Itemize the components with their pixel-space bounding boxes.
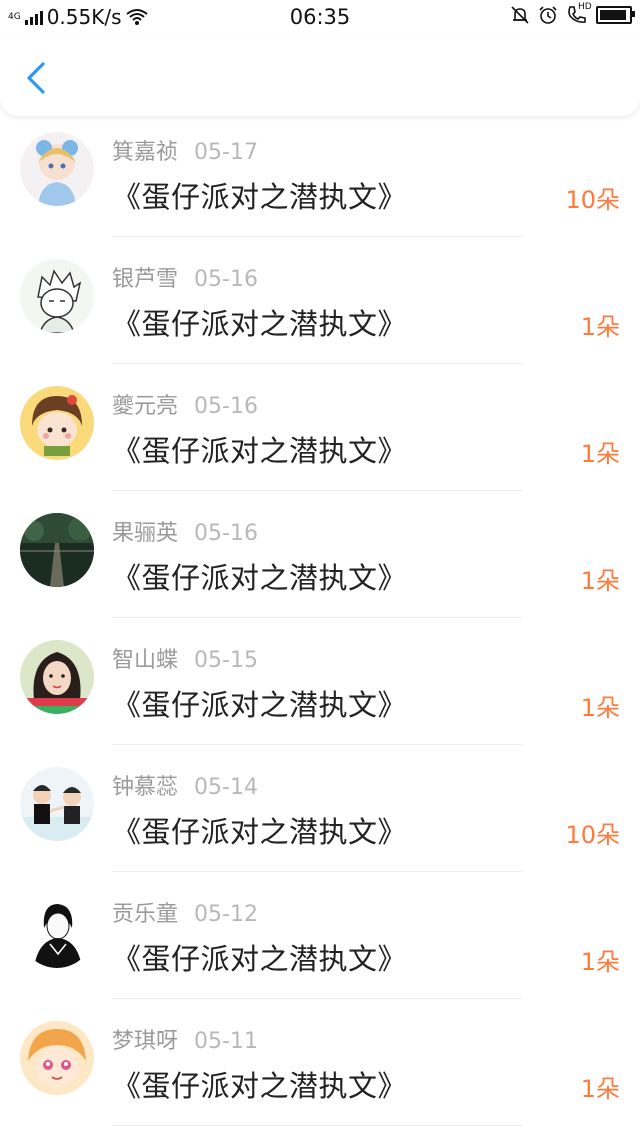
avatar[interactable] xyxy=(20,640,94,714)
user-name: 银芦雪 xyxy=(112,267,179,292)
user-name: 梦琪呀 xyxy=(112,1029,179,1054)
user-name: 夔元亮 xyxy=(112,394,179,419)
user-name: 贡乐童 xyxy=(112,902,179,927)
item-date: 05-12 xyxy=(194,902,258,927)
flower-count: 1朵 xyxy=(580,948,620,976)
hd-label: HD xyxy=(578,2,592,12)
list-item[interactable]: 夔元亮 05-16 《蛋仔派对之潜执文》 1朵 xyxy=(0,364,640,491)
item-title: 《蛋仔派对之潜执文》 xyxy=(112,1069,408,1103)
list-item[interactable]: 梦琪呀 05-11 《蛋仔派对之潜执文》 1朵 xyxy=(0,999,640,1126)
item-title: 《蛋仔派对之潜执文》 xyxy=(112,561,408,595)
battery-icon xyxy=(596,6,635,24)
nav-bar xyxy=(0,36,640,116)
mute-icon xyxy=(511,6,529,24)
item-meta: 果骊英 05-16 xyxy=(112,515,258,547)
flower-count: 1朵 xyxy=(580,694,620,722)
item-date: 05-17 xyxy=(194,140,258,165)
flower-count: 1朵 xyxy=(580,440,620,468)
avatar[interactable] xyxy=(20,513,94,587)
item-meta: 梦琪呀 05-11 xyxy=(112,1023,258,1055)
item-meta: 智山蝶 05-15 xyxy=(112,642,258,674)
avatar[interactable] xyxy=(20,132,94,206)
reward-list: 箕嘉祯 05-17 《蛋仔派对之潜执文》 10朵 银芦雪 05-16 《蛋仔派对之潜… xyxy=(0,110,640,1126)
item-meta: 箕嘉祯 05-17 xyxy=(112,134,258,166)
item-date: 05-16 xyxy=(194,521,258,546)
item-date: 05-16 xyxy=(194,267,258,292)
flower-count: 10朵 xyxy=(565,186,620,214)
item-date: 05-15 xyxy=(194,648,258,673)
avatar[interactable] xyxy=(20,259,94,333)
back-button[interactable] xyxy=(18,58,54,98)
flower-count: 1朵 xyxy=(580,313,620,341)
item-date: 05-16 xyxy=(194,394,258,419)
avatar[interactable] xyxy=(20,386,94,460)
avatar[interactable] xyxy=(20,1021,94,1095)
item-title: 《蛋仔派对之潜执文》 xyxy=(112,688,408,722)
divider xyxy=(112,1125,522,1126)
status-right: HD xyxy=(510,2,635,26)
call-hd-icon: HD xyxy=(566,2,592,26)
chevron-left-icon xyxy=(27,62,45,94)
item-meta: 钟慕蕊 05-14 xyxy=(112,769,258,801)
item-date: 05-11 xyxy=(194,1029,258,1054)
item-title: 《蛋仔派对之潜执文》 xyxy=(112,942,408,976)
item-meta: 夔元亮 05-16 xyxy=(112,388,258,420)
avatar[interactable] xyxy=(20,894,94,968)
item-meta: 贡乐童 05-12 xyxy=(112,896,258,928)
flower-count: 1朵 xyxy=(580,567,620,595)
item-date: 05-14 xyxy=(194,775,258,800)
flower-count: 1朵 xyxy=(580,1075,620,1103)
list-item[interactable]: 果骊英 05-16 《蛋仔派对之潜执文》 1朵 xyxy=(0,491,640,618)
item-meta: 银芦雪 05-16 xyxy=(112,261,258,293)
list-item[interactable]: 智山蝶 05-15 《蛋仔派对之潜执文》 1朵 xyxy=(0,618,640,745)
user-name: 智山蝶 xyxy=(112,648,179,673)
status-bar: 4G 0.55K/s 06:35 HD xyxy=(0,0,640,36)
alarm-icon xyxy=(539,6,557,24)
avatar[interactable] xyxy=(20,767,94,841)
list-item[interactable]: 贡乐童 05-12 《蛋仔派对之潜执文》 1朵 xyxy=(0,872,640,999)
item-title: 《蛋仔派对之潜执文》 xyxy=(112,180,408,214)
user-name: 钟慕蕊 xyxy=(112,775,179,800)
item-title: 《蛋仔派对之潜执文》 xyxy=(112,307,408,341)
user-name: 果骊英 xyxy=(112,521,179,546)
list-item[interactable]: 银芦雪 05-16 《蛋仔派对之潜执文》 1朵 xyxy=(0,237,640,364)
item-title: 《蛋仔派对之潜执文》 xyxy=(112,815,408,849)
list-item[interactable]: 箕嘉祯 05-17 《蛋仔派对之潜执文》 10朵 xyxy=(0,110,640,237)
user-name: 箕嘉祯 xyxy=(112,140,179,165)
item-title: 《蛋仔派对之潜执文》 xyxy=(112,434,408,468)
list-item[interactable]: 钟慕蕊 05-14 《蛋仔派对之潜执文》 10朵 xyxy=(0,745,640,872)
flower-count: 10朵 xyxy=(565,821,620,849)
